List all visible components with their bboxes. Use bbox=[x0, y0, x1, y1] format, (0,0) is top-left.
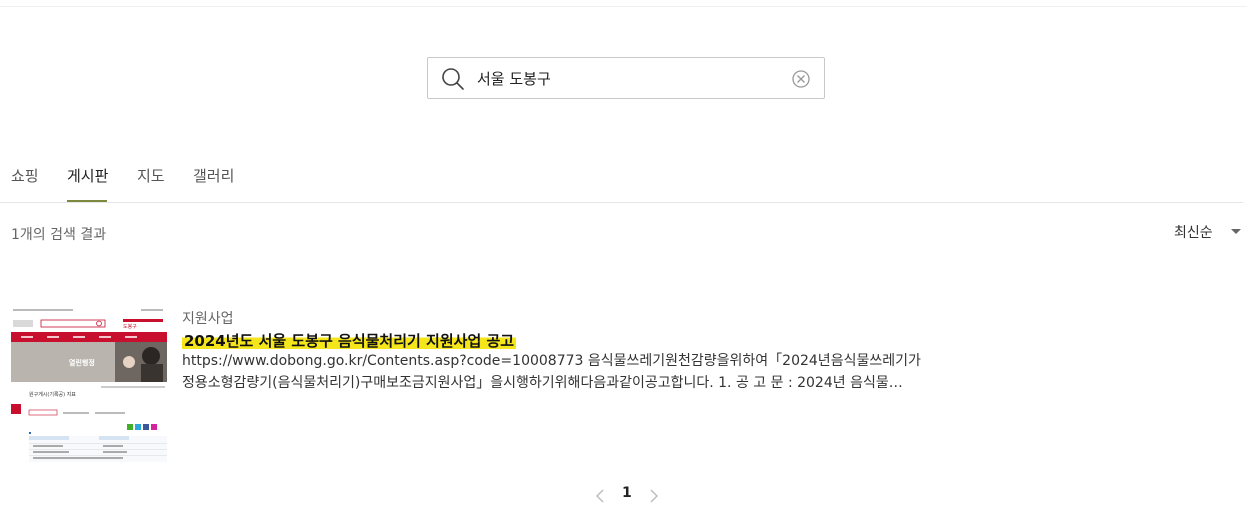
thumb-banner-label: 열린행정 bbox=[69, 358, 95, 367]
active-tab-indicator bbox=[67, 200, 107, 202]
search-result-item: 도봉구 열린행정 원구게시(기록공) 지표 지원사업 2024년도 서울 도봉구… bbox=[11, 306, 1231, 466]
search-input[interactable] bbox=[477, 66, 777, 90]
thumbnail-image: 도봉구 열린행정 원구게시(기록공) 지표 bbox=[11, 306, 167, 462]
thumb-post-heading: 원구게시(기록공) 지표 bbox=[29, 391, 76, 398]
result-description: https://www.dobong.go.kr/Contents.asp?co… bbox=[182, 350, 922, 394]
result-count: 1개의 검색 결과 bbox=[11, 227, 107, 243]
page-number-current[interactable]: 1 bbox=[622, 485, 632, 501]
result-category: 지원사업 bbox=[182, 311, 234, 327]
chevron-right-icon[interactable] bbox=[648, 488, 660, 504]
tab-gallery[interactable]: 갤러리 bbox=[193, 165, 234, 201]
sort-label: 최신순 bbox=[1174, 225, 1213, 241]
search-box[interactable] bbox=[427, 57, 825, 99]
sort-dropdown[interactable]: 최신순 bbox=[1174, 222, 1241, 242]
caret-down-icon bbox=[1231, 229, 1241, 234]
clear-search-icon[interactable] bbox=[791, 69, 811, 89]
top-divider bbox=[0, 6, 1247, 7]
tab-board[interactable]: 게시판 bbox=[67, 165, 108, 201]
tab-map[interactable]: 지도 bbox=[137, 165, 165, 201]
result-description-line: https://www.dobong.go.kr/Contents.asp?co… bbox=[182, 353, 921, 369]
result-thumbnail[interactable]: 도봉구 열린행정 원구게시(기록공) 지표 bbox=[11, 306, 167, 462]
chevron-left-icon[interactable] bbox=[594, 488, 606, 504]
tab-shopping[interactable]: 쇼핑 bbox=[11, 165, 39, 201]
result-type-tabs: 쇼핑 게시판 지도 갤러리 bbox=[0, 160, 1243, 203]
result-title-link[interactable]: 2024년도 서울 도봉구 음식물처리기 지원사업 공고 bbox=[182, 330, 517, 351]
search-icon[interactable] bbox=[441, 67, 465, 91]
thumb-logo-text: 도봉구 bbox=[123, 324, 137, 330]
result-description-line: 정용소형감량기(음식물처리기)구매보조금지원사업」을시행하기위해다음과같이공고합… bbox=[182, 375, 903, 391]
